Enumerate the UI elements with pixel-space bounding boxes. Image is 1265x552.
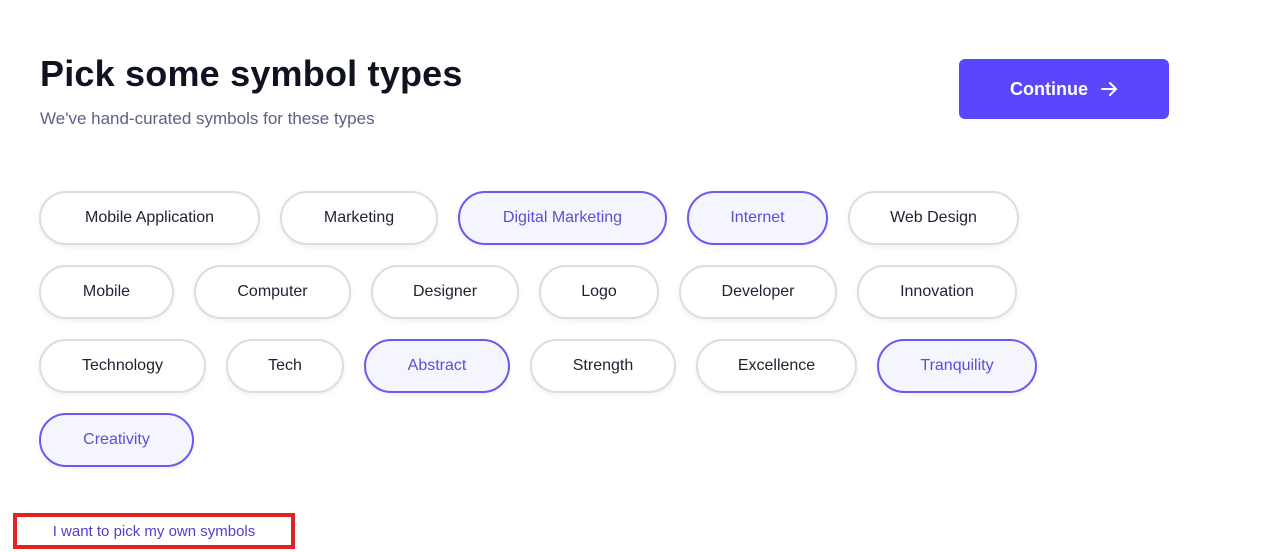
chip-strength[interactable]: Strength [530, 339, 676, 393]
pick-own-symbols-link[interactable]: I want to pick my own symbols [13, 513, 295, 549]
chip-developer[interactable]: Developer [679, 265, 837, 319]
chip-designer[interactable]: Designer [371, 265, 519, 319]
page-subtitle: We've hand-curated symbols for these typ… [40, 109, 375, 128]
chip-tech[interactable]: Tech [226, 339, 344, 393]
chip-technology[interactable]: Technology [39, 339, 206, 393]
arrow-right-icon [1100, 80, 1118, 98]
continue-button[interactable]: Continue [959, 59, 1169, 119]
chip-internet[interactable]: Internet [687, 191, 828, 245]
chip-web-design[interactable]: Web Design [848, 191, 1019, 245]
chip-marketing[interactable]: Marketing [280, 191, 438, 245]
continue-label: Continue [1010, 78, 1088, 99]
chip-logo[interactable]: Logo [539, 265, 659, 319]
chip-creativity[interactable]: Creativity [39, 413, 194, 467]
chip-mobile[interactable]: Mobile [39, 265, 174, 319]
chip-mobile-application[interactable]: Mobile Application [39, 191, 260, 245]
page-title: Pick some symbol types [40, 53, 463, 94]
chip-computer[interactable]: Computer [194, 265, 351, 319]
chip-excellence[interactable]: Excellence [696, 339, 857, 393]
chip-abstract[interactable]: Abstract [364, 339, 510, 393]
chip-digital-marketing[interactable]: Digital Marketing [458, 191, 667, 245]
chip-tranquility[interactable]: Tranquility [877, 339, 1037, 393]
chip-innovation[interactable]: Innovation [857, 265, 1017, 319]
